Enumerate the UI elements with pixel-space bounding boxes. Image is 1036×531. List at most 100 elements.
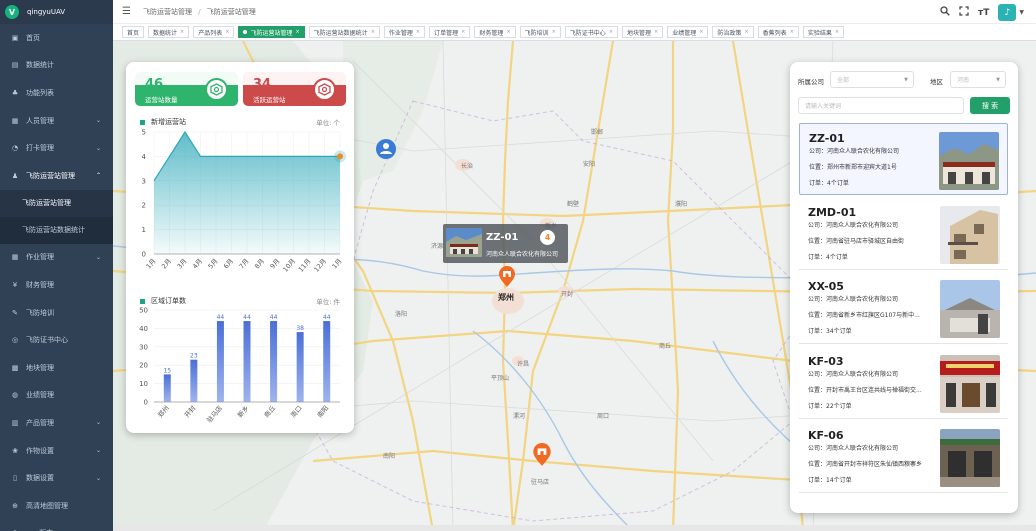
- station-marker-zhumadian[interactable]: [532, 443, 551, 466]
- sidebar-item[interactable]: ▦ 作业管理 ⌄: [0, 244, 113, 272]
- line-chart: 0123451月 2月 3月 4月 5月 6月 7月 8月 9月 10月 11月 12月 1月: [142, 129, 346, 274]
- map-city-label: 商丘: [659, 343, 672, 350]
- hamburger-icon[interactable]: ☰: [122, 6, 131, 17]
- line-chart-title-text: 新增运营站: [151, 118, 186, 126]
- x-tick-label: 9月: [269, 257, 282, 270]
- chevron-down-icon: ⌄: [95, 144, 101, 152]
- tab-tag[interactable]: 业绩管理 ×: [667, 26, 709, 38]
- close-icon[interactable]: ×: [790, 29, 794, 35]
- tab-tag[interactable]: 香蕉列表 ×: [757, 26, 799, 38]
- sidebar-item[interactable]: ◔ 打卡管理 ⌄: [0, 134, 113, 162]
- breadcrumb-item[interactable]: 飞防运营站管理: [143, 8, 192, 16]
- close-icon[interactable]: ×: [699, 29, 703, 35]
- tab-tag[interactable]: 防治政策 ×: [712, 26, 754, 38]
- x-tick-label: 5月: [207, 257, 220, 270]
- search-button[interactable]: 搜 索: [970, 97, 1010, 114]
- region-select[interactable]: 河南 ▼: [950, 71, 1006, 88]
- tab-tag[interactable]: 飞防运营站管理 ×: [238, 26, 305, 38]
- station-list-panel: 所属公司 全部 ▼ 地区 河南 ▼ 请输入关键词 搜 索 ZZ-01 公司：河南众…: [790, 62, 1018, 513]
- sidebar-item[interactable]: ♟ 飞防运营站管理 ⌃: [0, 162, 113, 190]
- tab-tag[interactable]: 产品列表 ×: [193, 26, 235, 38]
- sidebar-item[interactable]: ▦ 人员管理 ⌄: [0, 107, 113, 135]
- sidebar-item[interactable]: ▥ 产品管理 ⌄: [0, 409, 113, 437]
- tab-tag[interactable]: 订单管理 ×: [429, 26, 471, 38]
- station-marker-zhengzhou[interactable]: [498, 266, 516, 288]
- chevron-down-icon: ⌄: [95, 253, 101, 261]
- station-code: ZMD-01: [808, 205, 857, 219]
- bar: [243, 321, 251, 402]
- tab-tag[interactable]: 数据统计 ×: [148, 26, 190, 38]
- tab-tag[interactable]: 地块管理 ×: [621, 26, 664, 38]
- sidebar-subitem[interactable]: 飞防运营站数据统计: [0, 216, 113, 244]
- station-card[interactable]: XX-05 公司：河南众人联合农化有限公司 位置：河南省新乡市红旗区G107与新中.…: [799, 272, 1008, 344]
- logo[interactable]: V qingyuUAV: [0, 0, 113, 24]
- station-card[interactable]: ZMD-01 公司：河南众人联合农化有限公司 位置：河南省驻马店市驿城区自由街 订单：…: [799, 198, 1008, 270]
- sidebar-item[interactable]: ♣ 功能列表: [0, 79, 113, 107]
- sidebar-item-label: 数据统计: [26, 61, 54, 70]
- sidebar-item[interactable]: ✎ 飞防培训: [0, 299, 113, 327]
- close-icon[interactable]: ×: [609, 29, 613, 35]
- sidebar-item[interactable]: ▩ 地块管理: [0, 354, 113, 382]
- data-point: [337, 153, 343, 160]
- close-icon[interactable]: ×: [552, 29, 556, 35]
- edu-icon: ✎: [12, 308, 18, 317]
- tab-tag[interactable]: 首页: [122, 26, 145, 38]
- map-scrollbar[interactable]: [113, 525, 1036, 531]
- x-tick-label: 11月: [297, 257, 313, 273]
- close-icon[interactable]: ×: [180, 29, 184, 35]
- top-bar: ☰ 飞防运营站管理 / 飞防运营站管理 тT ♪ ▼: [113, 0, 1036, 24]
- sidebar-item[interactable]: ◎ 飞防证书中心: [0, 326, 113, 354]
- tab-tag[interactable]: 飞防培训 ×: [519, 26, 561, 38]
- avatar[interactable]: ♪: [998, 4, 1017, 21]
- tab-tag[interactable]: 财务管理 ×: [474, 26, 516, 38]
- close-icon[interactable]: ×: [295, 29, 299, 35]
- sidebar-subitem[interactable]: 飞防运营站管理: [0, 189, 113, 217]
- station-code: KF-06: [808, 429, 844, 442]
- close-icon[interactable]: ×: [225, 29, 229, 35]
- sidebar-item[interactable]: ▤ 数据统计: [0, 52, 113, 80]
- sidebar-item[interactable]: ▣ 首页: [0, 24, 113, 52]
- search-icon[interactable]: [940, 6, 950, 19]
- close-icon[interactable]: ×: [416, 29, 420, 35]
- sidebar-item[interactable]: ¥ 财务管理: [0, 271, 113, 299]
- tab-tag[interactable]: 飞防运营站数据统计 ×: [308, 26, 380, 38]
- bar: [296, 332, 304, 402]
- search-input[interactable]: 请输入关键词: [798, 97, 964, 114]
- bar: [190, 359, 198, 402]
- y-tick-label: 0: [142, 251, 146, 259]
- tab-tag[interactable]: 作业管理 ×: [383, 26, 426, 38]
- close-icon[interactable]: ×: [744, 29, 748, 35]
- station-orders: 订单：34个订单: [808, 328, 852, 335]
- close-icon[interactable]: ×: [654, 29, 658, 35]
- chevron-down-icon[interactable]: ▼: [1019, 9, 1024, 16]
- tab-tag[interactable]: 实验结果 ×: [802, 26, 845, 38]
- close-icon[interactable]: ×: [506, 29, 510, 35]
- sidebar-item[interactable]: ❀ 作物设置 ⌄: [0, 437, 113, 465]
- station-popup[interactable]: ZZ-01 4 河南众人联合农化有限公司: [443, 224, 568, 263]
- station-photo: [940, 280, 1000, 338]
- sidebar-item[interactable]: ⊕ 高清地图管理: [0, 492, 113, 520]
- sidebar-item[interactable]: ▮app版本: [0, 520, 113, 531]
- sidebar-item-label: 飞防证书中心: [26, 336, 68, 345]
- tab-tag-label: 首页: [127, 29, 140, 37]
- sidebar-item-label: 飞防培训: [26, 308, 54, 317]
- bar-chart: 0 10 20 30 40 50 15 郑州 23 开封 44 驻马店 44 新乡 44 商丘 38 周口 44 南阳: [139, 307, 340, 424]
- sidebar-item-label: 功能列表: [26, 88, 54, 97]
- station-card[interactable]: KF-06 公司：河南众人联合农化有限公司 位置：河南省开封市祥符区朱仙镇西粮寨乡订…: [799, 421, 1008, 493]
- close-icon[interactable]: ×: [835, 29, 839, 35]
- sidebar-item[interactable]: ▯ 数据设置 ⌄: [0, 464, 113, 492]
- close-icon[interactable]: ×: [371, 29, 375, 35]
- tab-tag[interactable]: 飞防证书中心 ×: [564, 26, 618, 38]
- font-size-icon[interactable]: тT: [978, 8, 989, 18]
- station-card[interactable]: KF-03 公司：河南众人联合农化有限公司 位置：开封市禹王台区连共线与禅福街交..…: [799, 347, 1008, 419]
- fullscreen-icon[interactable]: [959, 6, 969, 19]
- sidebar-item[interactable]: ◍ 业绩管理: [0, 382, 113, 410]
- station-photo: [940, 205, 1000, 264]
- user-location-pin[interactable]: [375, 138, 396, 160]
- y-tick-label: 40: [139, 325, 148, 333]
- product-icon: ▥: [11, 418, 19, 427]
- x-tick-label: 驻马店: [205, 403, 225, 424]
- close-icon[interactable]: ×: [461, 29, 465, 35]
- station-card[interactable]: ZZ-01 公司：河南众人联合农化有限公司 位置：郑州市新郑市迎宾大道1号 订单：4个…: [799, 123, 1008, 195]
- company-select[interactable]: 全部 ▼: [830, 71, 914, 88]
